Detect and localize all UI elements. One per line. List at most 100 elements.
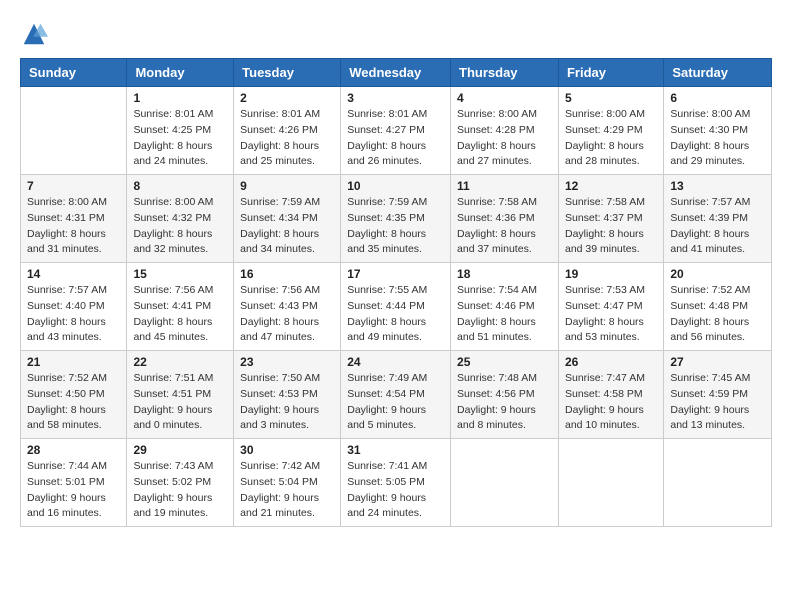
- sunset-text: Sunset: 5:02 PM: [133, 476, 211, 488]
- daylight-text: Daylight: 8 hours and 27 minutes.: [457, 140, 536, 168]
- daylight-text: Daylight: 8 hours and 34 minutes.: [240, 228, 319, 256]
- calendar-cell: 2 Sunrise: 8:01 AM Sunset: 4:26 PM Dayli…: [234, 87, 341, 175]
- sunset-text: Sunset: 4:28 PM: [457, 124, 535, 136]
- day-info: Sunrise: 8:00 AM Sunset: 4:28 PM Dayligh…: [457, 107, 552, 170]
- day-info: Sunrise: 7:43 AM Sunset: 5:02 PM Dayligh…: [133, 459, 227, 522]
- sunset-text: Sunset: 4:29 PM: [565, 124, 643, 136]
- day-number: 4: [457, 91, 552, 105]
- sunrise-text: Sunrise: 8:00 AM: [457, 108, 537, 120]
- day-number: 26: [565, 355, 657, 369]
- day-number: 8: [133, 179, 227, 193]
- header-sunday: Sunday: [21, 59, 127, 87]
- sunrise-text: Sunrise: 7:51 AM: [133, 372, 213, 384]
- sunrise-text: Sunrise: 7:56 AM: [133, 284, 213, 296]
- calendar-cell: 8 Sunrise: 8:00 AM Sunset: 4:32 PM Dayli…: [127, 175, 234, 263]
- day-number: 13: [670, 179, 765, 193]
- day-info: Sunrise: 7:41 AM Sunset: 5:05 PM Dayligh…: [347, 459, 444, 522]
- sunset-text: Sunset: 4:43 PM: [240, 300, 318, 312]
- calendar-cell: 3 Sunrise: 8:01 AM Sunset: 4:27 PM Dayli…: [341, 87, 451, 175]
- sunrise-text: Sunrise: 8:01 AM: [240, 108, 320, 120]
- day-info: Sunrise: 8:00 AM Sunset: 4:30 PM Dayligh…: [670, 107, 765, 170]
- daylight-text: Daylight: 9 hours and 13 minutes.: [670, 404, 749, 432]
- calendar-cell: 21 Sunrise: 7:52 AM Sunset: 4:50 PM Dayl…: [21, 351, 127, 439]
- sunrise-text: Sunrise: 7:57 AM: [27, 284, 107, 296]
- day-number: 17: [347, 267, 444, 281]
- daylight-text: Daylight: 9 hours and 3 minutes.: [240, 404, 319, 432]
- sunset-text: Sunset: 4:26 PM: [240, 124, 318, 136]
- day-number: 31: [347, 443, 444, 457]
- sunrise-text: Sunrise: 7:52 AM: [27, 372, 107, 384]
- day-number: 28: [27, 443, 120, 457]
- day-number: 3: [347, 91, 444, 105]
- header-friday: Friday: [558, 59, 663, 87]
- day-number: 10: [347, 179, 444, 193]
- calendar-cell: 15 Sunrise: 7:56 AM Sunset: 4:41 PM Dayl…: [127, 263, 234, 351]
- sunset-text: Sunset: 4:44 PM: [347, 300, 425, 312]
- day-number: 11: [457, 179, 552, 193]
- day-info: Sunrise: 7:55 AM Sunset: 4:44 PM Dayligh…: [347, 283, 444, 346]
- calendar-cell: 4 Sunrise: 8:00 AM Sunset: 4:28 PM Dayli…: [451, 87, 559, 175]
- sunset-text: Sunset: 4:37 PM: [565, 212, 643, 224]
- calendar-cell: [558, 439, 663, 527]
- day-info: Sunrise: 7:59 AM Sunset: 4:35 PM Dayligh…: [347, 195, 444, 258]
- daylight-text: Daylight: 8 hours and 53 minutes.: [565, 316, 644, 344]
- day-info: Sunrise: 7:53 AM Sunset: 4:47 PM Dayligh…: [565, 283, 657, 346]
- daylight-text: Daylight: 8 hours and 31 minutes.: [27, 228, 106, 256]
- daylight-text: Daylight: 8 hours and 43 minutes.: [27, 316, 106, 344]
- sunrise-text: Sunrise: 7:53 AM: [565, 284, 645, 296]
- day-info: Sunrise: 7:54 AM Sunset: 4:46 PM Dayligh…: [457, 283, 552, 346]
- daylight-text: Daylight: 8 hours and 51 minutes.: [457, 316, 536, 344]
- sunrise-text: Sunrise: 7:55 AM: [347, 284, 427, 296]
- day-info: Sunrise: 7:42 AM Sunset: 5:04 PM Dayligh…: [240, 459, 334, 522]
- daylight-text: Daylight: 8 hours and 45 minutes.: [133, 316, 212, 344]
- daylight-text: Daylight: 9 hours and 5 minutes.: [347, 404, 426, 432]
- day-number: 23: [240, 355, 334, 369]
- calendar-cell: 16 Sunrise: 7:56 AM Sunset: 4:43 PM Dayl…: [234, 263, 341, 351]
- day-info: Sunrise: 7:48 AM Sunset: 4:56 PM Dayligh…: [457, 371, 552, 434]
- day-number: 14: [27, 267, 120, 281]
- day-info: Sunrise: 7:47 AM Sunset: 4:58 PM Dayligh…: [565, 371, 657, 434]
- day-number: 30: [240, 443, 334, 457]
- daylight-text: Daylight: 8 hours and 28 minutes.: [565, 140, 644, 168]
- sunrise-text: Sunrise: 7:43 AM: [133, 460, 213, 472]
- calendar-cell: 13 Sunrise: 7:57 AM Sunset: 4:39 PM Dayl…: [664, 175, 772, 263]
- daylight-text: Daylight: 8 hours and 26 minutes.: [347, 140, 426, 168]
- sunrise-text: Sunrise: 8:00 AM: [133, 196, 213, 208]
- day-number: 20: [670, 267, 765, 281]
- calendar-cell: 19 Sunrise: 7:53 AM Sunset: 4:47 PM Dayl…: [558, 263, 663, 351]
- sunset-text: Sunset: 4:40 PM: [27, 300, 105, 312]
- day-info: Sunrise: 7:49 AM Sunset: 4:54 PM Dayligh…: [347, 371, 444, 434]
- sunset-text: Sunset: 4:54 PM: [347, 388, 425, 400]
- day-info: Sunrise: 8:01 AM Sunset: 4:25 PM Dayligh…: [133, 107, 227, 170]
- calendar-cell: 24 Sunrise: 7:49 AM Sunset: 4:54 PM Dayl…: [341, 351, 451, 439]
- calendar-cell: [664, 439, 772, 527]
- day-info: Sunrise: 7:57 AM Sunset: 4:40 PM Dayligh…: [27, 283, 120, 346]
- sunset-text: Sunset: 5:04 PM: [240, 476, 318, 488]
- sunset-text: Sunset: 4:39 PM: [670, 212, 748, 224]
- calendar-header-row: SundayMondayTuesdayWednesdayThursdayFrid…: [21, 59, 772, 87]
- calendar-cell: 17 Sunrise: 7:55 AM Sunset: 4:44 PM Dayl…: [341, 263, 451, 351]
- calendar-cell: [21, 87, 127, 175]
- daylight-text: Daylight: 9 hours and 21 minutes.: [240, 492, 319, 520]
- sunrise-text: Sunrise: 8:00 AM: [27, 196, 107, 208]
- day-info: Sunrise: 8:01 AM Sunset: 4:27 PM Dayligh…: [347, 107, 444, 170]
- day-number: 6: [670, 91, 765, 105]
- calendar-cell: 22 Sunrise: 7:51 AM Sunset: 4:51 PM Dayl…: [127, 351, 234, 439]
- calendar-cell: 28 Sunrise: 7:44 AM Sunset: 5:01 PM Dayl…: [21, 439, 127, 527]
- calendar-cell: 23 Sunrise: 7:50 AM Sunset: 4:53 PM Dayl…: [234, 351, 341, 439]
- logo-icon: [20, 20, 48, 48]
- sunset-text: Sunset: 4:59 PM: [670, 388, 748, 400]
- day-info: Sunrise: 8:00 AM Sunset: 4:32 PM Dayligh…: [133, 195, 227, 258]
- sunrise-text: Sunrise: 7:42 AM: [240, 460, 320, 472]
- day-number: 16: [240, 267, 334, 281]
- calendar-cell: 12 Sunrise: 7:58 AM Sunset: 4:37 PM Dayl…: [558, 175, 663, 263]
- header-thursday: Thursday: [451, 59, 559, 87]
- header-wednesday: Wednesday: [341, 59, 451, 87]
- sunrise-text: Sunrise: 7:47 AM: [565, 372, 645, 384]
- daylight-text: Daylight: 9 hours and 0 minutes.: [133, 404, 212, 432]
- calendar-cell: 27 Sunrise: 7:45 AM Sunset: 4:59 PM Dayl…: [664, 351, 772, 439]
- calendar-cell: 1 Sunrise: 8:01 AM Sunset: 4:25 PM Dayli…: [127, 87, 234, 175]
- sunset-text: Sunset: 5:01 PM: [27, 476, 105, 488]
- day-info: Sunrise: 7:52 AM Sunset: 4:50 PM Dayligh…: [27, 371, 120, 434]
- sunrise-text: Sunrise: 7:44 AM: [27, 460, 107, 472]
